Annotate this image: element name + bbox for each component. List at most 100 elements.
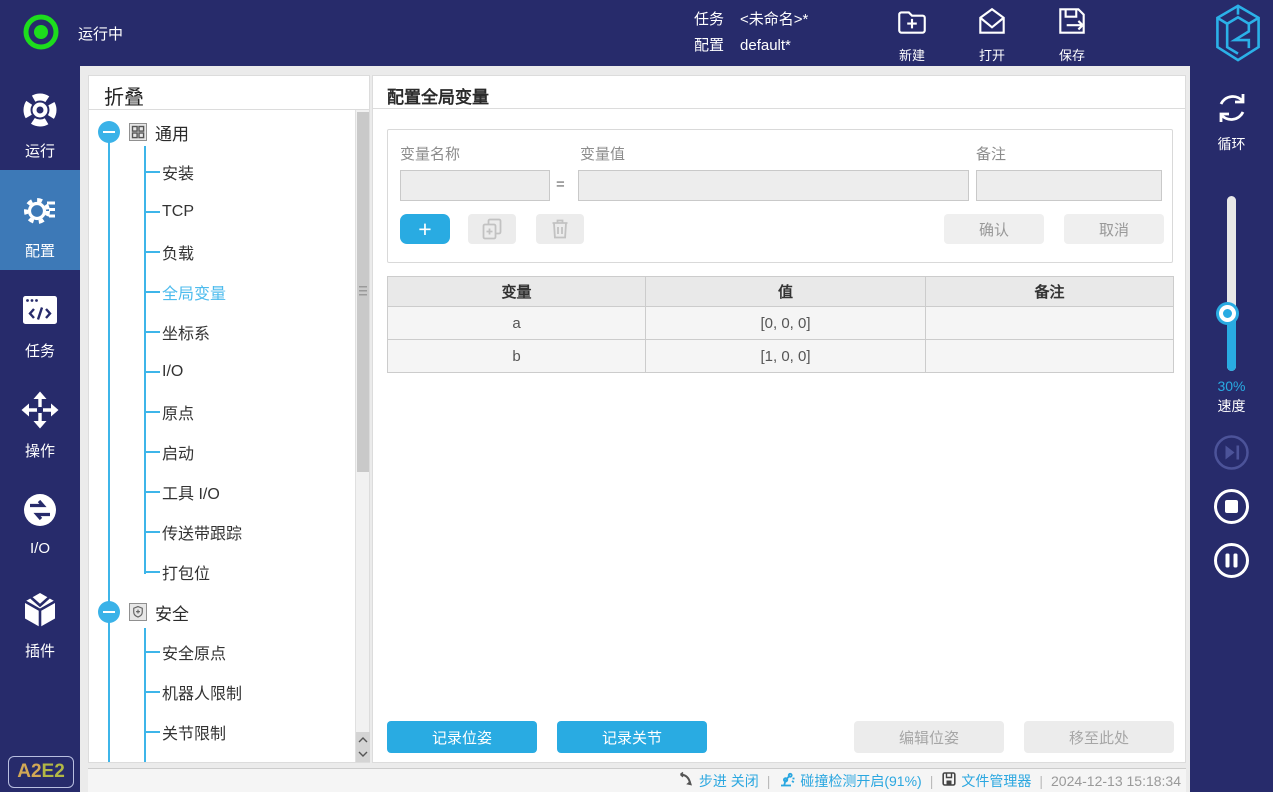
tree-item-clipped[interactable]	[89, 752, 355, 762]
collapse-all-button[interactable]: 折叠	[89, 76, 369, 110]
tree-item-robot-limits[interactable]: 机器人限制	[89, 672, 355, 712]
tree-scrollbar[interactable]	[355, 110, 369, 762]
collapse-toggle-icon[interactable]	[98, 121, 120, 143]
shield-plus-icon	[129, 603, 147, 621]
cell-variable[interactable]: b	[388, 340, 646, 373]
tree-item-pack-pos[interactable]: 打包位	[89, 552, 355, 592]
collision-detect-toggle[interactable]: 碰撞检测开启(91%)	[778, 770, 921, 791]
cancel-button[interactable]: 取消	[1064, 214, 1164, 244]
tree-item-conveyor[interactable]: 传送带跟踪	[89, 512, 355, 552]
nav-item-config[interactable]: 配置	[0, 170, 80, 270]
new-file-icon	[895, 5, 929, 44]
record-pose-button[interactable]: 记录位姿	[387, 721, 537, 753]
record-joint-button[interactable]: 记录关节	[557, 721, 707, 753]
speed-slider[interactable]	[1227, 196, 1236, 371]
tree-item-global-variables[interactable]: 全局变量	[89, 272, 355, 312]
variable-value-input[interactable]	[578, 170, 969, 201]
cell-variable[interactable]: a	[388, 307, 646, 340]
collapse-toggle-icon[interactable]	[98, 601, 120, 623]
nav-task-label: 任务	[25, 340, 55, 361]
tree-item-install[interactable]: 安装	[89, 152, 355, 192]
tree-item-safe-home[interactable]: 安全原点	[89, 632, 355, 672]
cell-value[interactable]: [1, 0, 0]	[646, 340, 926, 373]
pause-button[interactable]	[1213, 542, 1250, 579]
clock-timestamp: 2024-12-13 15:18:34	[1051, 773, 1181, 789]
open-button-label: 打开	[979, 45, 1005, 64]
tree-item-startup[interactable]: 启动	[89, 432, 355, 472]
io-sync-icon	[20, 490, 60, 535]
nav-item-plugin[interactable]: 插件	[0, 570, 80, 670]
tree-node-label: 通用	[155, 120, 189, 145]
file-manager-label: 文件管理器	[961, 771, 1031, 791]
add-variable-button[interactable]: +	[400, 214, 450, 244]
tree-item-joint-limits[interactable]: 关节限制	[89, 712, 355, 752]
run-icon	[20, 90, 60, 135]
topbar: 运行中 任务 <未命名>* 配置 default* 新建	[0, 0, 1273, 66]
tree-item-coordinate[interactable]: 坐标系	[89, 312, 355, 352]
equals-sign: =	[556, 176, 565, 193]
nav-io-label: I/O	[30, 540, 50, 557]
variables-table: 变量 值 备注 a [0, 0, 0] b [1, 0, 0]	[387, 276, 1174, 373]
open-button[interactable]: 打开	[968, 5, 1016, 64]
remark-label: 备注	[976, 143, 1006, 164]
table-row[interactable]: b [1, 0, 0]	[388, 340, 1174, 373]
tree-node-safety[interactable]: 安全	[89, 592, 355, 632]
task-label: 任务	[694, 7, 724, 33]
cell-remark[interactable]	[926, 307, 1174, 340]
global-variables-panel: 配置全局变量 变量名称 变量值 备注 = +	[372, 75, 1186, 763]
tree-node-general[interactable]: 通用	[89, 112, 355, 152]
remark-input[interactable]	[976, 170, 1162, 201]
cell-value[interactable]: [0, 0, 0]	[646, 307, 926, 340]
copy-variable-button[interactable]	[468, 214, 516, 244]
step-forward-button[interactable]	[1213, 434, 1250, 471]
config-gear-icon	[20, 190, 60, 235]
speed-slider-thumb[interactable]	[1219, 305, 1236, 322]
nav-item-run[interactable]: 运行	[0, 70, 80, 170]
tree-item-home[interactable]: 原点	[89, 392, 355, 432]
table-row[interactable]: a [0, 0, 0]	[388, 307, 1174, 340]
scroll-up-button[interactable]	[356, 732, 370, 747]
stop-button[interactable]	[1213, 488, 1250, 525]
loop-mode-button[interactable]: 循环	[1190, 88, 1273, 154]
robot-model-badge[interactable]: A2E2	[8, 756, 74, 788]
file-manager-button[interactable]: 文件管理器	[941, 771, 1031, 791]
brand-logo-icon	[1212, 3, 1264, 63]
right-control-bar: 循环 30% 速度	[1190, 66, 1273, 792]
nav-item-task[interactable]: 任务	[0, 270, 80, 370]
config-value: default*	[740, 37, 791, 54]
nav-item-operate[interactable]: 操作	[0, 370, 80, 470]
tree-item-payload[interactable]: 负载	[89, 232, 355, 272]
new-button-label: 新建	[899, 45, 925, 64]
run-status-label: 运行中	[78, 23, 123, 44]
edit-pose-button[interactable]: 编辑位姿	[854, 721, 1004, 753]
task-value: <未命名>*	[740, 11, 808, 28]
variable-name-input[interactable]	[400, 170, 550, 201]
save-button[interactable]: 保存	[1048, 5, 1096, 64]
nav-operate-label: 操作	[25, 440, 55, 461]
scroll-down-button[interactable]	[356, 747, 370, 762]
move-here-button[interactable]: 移至此处	[1024, 721, 1174, 753]
grid-icon	[129, 123, 147, 141]
nav-item-io[interactable]: I/O	[0, 470, 80, 570]
cell-remark[interactable]	[926, 340, 1174, 373]
tree-scrollbar-thumb[interactable]	[357, 112, 369, 472]
separator: |	[930, 773, 934, 789]
nav-run-label: 运行	[25, 140, 55, 161]
variable-value-label: 变量值	[580, 143, 625, 164]
config-label: 配置	[694, 33, 724, 59]
tree-item-io[interactable]: I/O	[89, 352, 355, 392]
speed-slider-fill	[1227, 318, 1236, 371]
task-config-info: 任务 <未命名>* 配置 default*	[694, 7, 808, 59]
tree-node-label: 安全	[155, 600, 189, 625]
col-header-variable: 变量	[388, 277, 646, 307]
task-row: 任务 <未命名>*	[694, 7, 808, 33]
step-mode-toggle[interactable]: 步进 关闭	[678, 771, 759, 791]
app-root: 运行中 任务 <未命名>* 配置 default* 新建	[0, 0, 1273, 792]
confirm-button[interactable]: 确认	[944, 214, 1044, 244]
save-icon	[1055, 5, 1089, 44]
collision-detect-label: 碰撞检测开启(91%)	[800, 771, 921, 791]
delete-variable-button[interactable]	[536, 214, 584, 244]
tree-item-tool-io[interactable]: 工具 I/O	[89, 472, 355, 512]
new-button[interactable]: 新建	[888, 5, 936, 64]
tree-item-tcp[interactable]: TCP	[89, 192, 355, 232]
